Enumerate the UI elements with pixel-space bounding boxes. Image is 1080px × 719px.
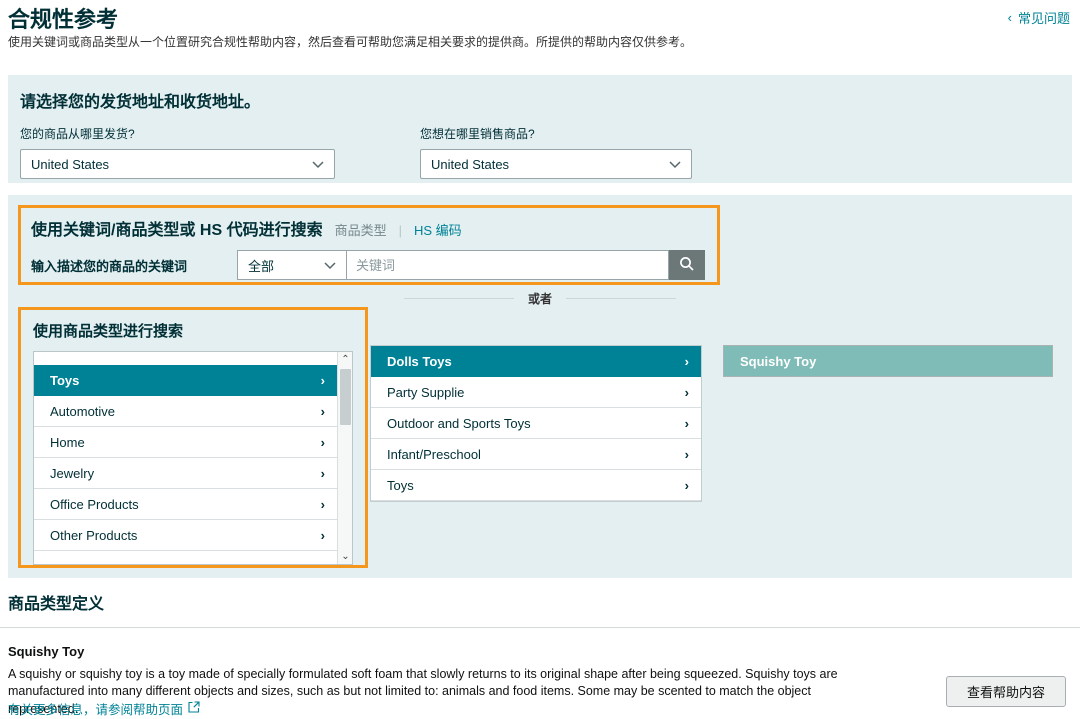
chevron-right-icon: › [685, 354, 689, 369]
search-icon [679, 256, 695, 275]
list-item-clipped[interactable]: Kitchen [34, 352, 337, 365]
keyword-search-box: 使用关键词/商品类型或 HS 代码进行搜索 商品类型 | HS 编码 输入描述您… [18, 205, 720, 285]
chevron-right-icon: › [685, 447, 689, 462]
list-item-jewelry[interactable]: Jewelry › [34, 458, 337, 489]
chevron-right-icon: › [321, 435, 325, 450]
chevron-down-icon [669, 157, 681, 172]
tab-product-type[interactable]: 商品类型 [335, 220, 387, 239]
list-item-party-supplie[interactable]: Party Supplie › [371, 377, 701, 408]
help-page-link-label: 有关更多信息，请参阅帮助页面 [8, 699, 183, 718]
chevron-right-icon: › [321, 404, 325, 419]
scope-value: 全部 [248, 256, 274, 275]
list-item-toys[interactable]: Toys › [34, 365, 337, 396]
list-item-squishy-toy[interactable]: Squishy Toy [723, 345, 1053, 377]
chevron-down-icon [312, 157, 324, 172]
list-item-label: Other Products [50, 528, 137, 543]
category-level1-list: Kitchen Toys › Automotive › Home › [33, 351, 353, 565]
faq-link-label: 常见问题 [1018, 8, 1070, 27]
ship-from-label: 您的商品从哪里发货? [20, 125, 335, 142]
chevron-right-icon: › [685, 416, 689, 431]
list-item-other-products[interactable]: Other Products › [34, 520, 337, 551]
list-item-label: Office Products [50, 497, 139, 512]
view-help-button[interactable]: 查看帮助内容 [946, 676, 1066, 707]
keyword-input[interactable] [347, 250, 669, 280]
chevron-right-icon: › [321, 466, 325, 481]
list-item-label: Outdoor and Sports Toys [387, 416, 531, 431]
or-divider: 或者 [8, 290, 1072, 307]
list-item-home[interactable]: Home › [34, 427, 337, 458]
list-item-label: Home [50, 435, 85, 450]
address-section-heading: 请选择您的发货地址和收货地址。 [20, 88, 1060, 112]
divider [0, 627, 1080, 628]
category-browse-heading: 使用商品类型进行搜索 [33, 320, 353, 341]
category-level2-list: Dolls Toys › Party Supplie › Outdoor and… [370, 345, 702, 502]
divider-line [404, 298, 514, 299]
tab-separator: | [399, 223, 402, 238]
list-item-label: Toys [387, 478, 414, 493]
list-item-office-products[interactable]: Office Products › [34, 489, 337, 520]
list-item-toys-sub[interactable]: Toys › [371, 470, 701, 501]
faq-link[interactable]: ‹ 常见问题 [1008, 8, 1070, 27]
search-section: 使用关键词/商品类型或 HS 代码进行搜索 商品类型 | HS 编码 输入描述您… [8, 195, 1072, 578]
back-chevron-icon: ‹ [1008, 10, 1012, 25]
scroll-down-icon[interactable]: ⌄ [338, 549, 353, 564]
list-item-label: Kitchen [50, 352, 109, 359]
chevron-right-icon: › [321, 497, 325, 512]
page-title: 合规性参考 [8, 2, 118, 34]
tab-hs-code[interactable]: HS 编码 [414, 220, 462, 239]
list-item-label: Jewelry [50, 466, 94, 481]
scrollbar[interactable]: ⌃ ⌄ [337, 352, 352, 564]
chevron-right-icon: › [321, 528, 325, 543]
chevron-right-icon: › [685, 385, 689, 400]
ship-from-group: 您的商品从哪里发货? United States [20, 125, 335, 179]
scrollbar-thumb[interactable] [340, 369, 351, 425]
list-item-outdoor-sports-toys[interactable]: Outdoor and Sports Toys › [371, 408, 701, 439]
chevron-down-icon [324, 258, 336, 273]
list-item-automotive[interactable]: Automotive › [34, 396, 337, 427]
sell-where-select[interactable]: United States [420, 149, 692, 179]
chevron-right-icon: › [321, 373, 325, 388]
definition-term: Squishy Toy [8, 644, 84, 659]
address-section: 请选择您的发货地址和收货地址。 您的商品从哪里发货? United States… [8, 75, 1072, 183]
list-item-label: Squishy Toy [740, 354, 816, 369]
list-item-label: Party Supplie [387, 385, 464, 400]
or-label: 或者 [528, 290, 552, 307]
list-item-label: Automotive [50, 404, 115, 419]
list-item-dolls-toys[interactable]: Dolls Toys › [371, 346, 701, 377]
search-heading: 使用关键词/商品类型或 HS 代码进行搜索 [31, 216, 323, 240]
list-item-label: Toys [50, 373, 79, 388]
definition-heading: 商品类型定义 [8, 590, 104, 614]
keyword-label: 输入描述您的商品的关键词 [31, 256, 237, 275]
scroll-up-icon[interactable]: ⌃ [338, 352, 353, 367]
help-page-link[interactable]: 有关更多信息，请参阅帮助页面 [8, 699, 200, 718]
divider-line [566, 298, 676, 299]
page-subtitle: 使用关键词或商品类型从一个位置研究合规性帮助内容，然后查看可帮助您满足相关要求的… [8, 33, 692, 50]
chevron-right-icon: › [685, 478, 689, 493]
search-button[interactable] [669, 250, 705, 280]
external-link-icon [188, 701, 200, 716]
compliance-reference-page: 合规性参考 ‹ 常见问题 使用关键词或商品类型从一个位置研究合规性帮助内容，然后… [0, 0, 1080, 719]
sell-where-label: 您想在哪里销售商品? [420, 125, 692, 142]
list-item-infant-preschool[interactable]: Infant/Preschool › [371, 439, 701, 470]
list-item-label: Infant/Preschool [387, 447, 481, 462]
sell-where-value: United States [431, 157, 509, 172]
category-browse-box: 使用商品类型进行搜索 Kitchen Toys › Automotive › [18, 307, 368, 568]
ship-from-value: United States [31, 157, 109, 172]
scope-select[interactable]: 全部 [237, 250, 347, 280]
sell-where-group: 您想在哪里销售商品? United States [420, 125, 692, 179]
list-item-label: Dolls Toys [387, 354, 452, 369]
ship-from-select[interactable]: United States [20, 149, 335, 179]
